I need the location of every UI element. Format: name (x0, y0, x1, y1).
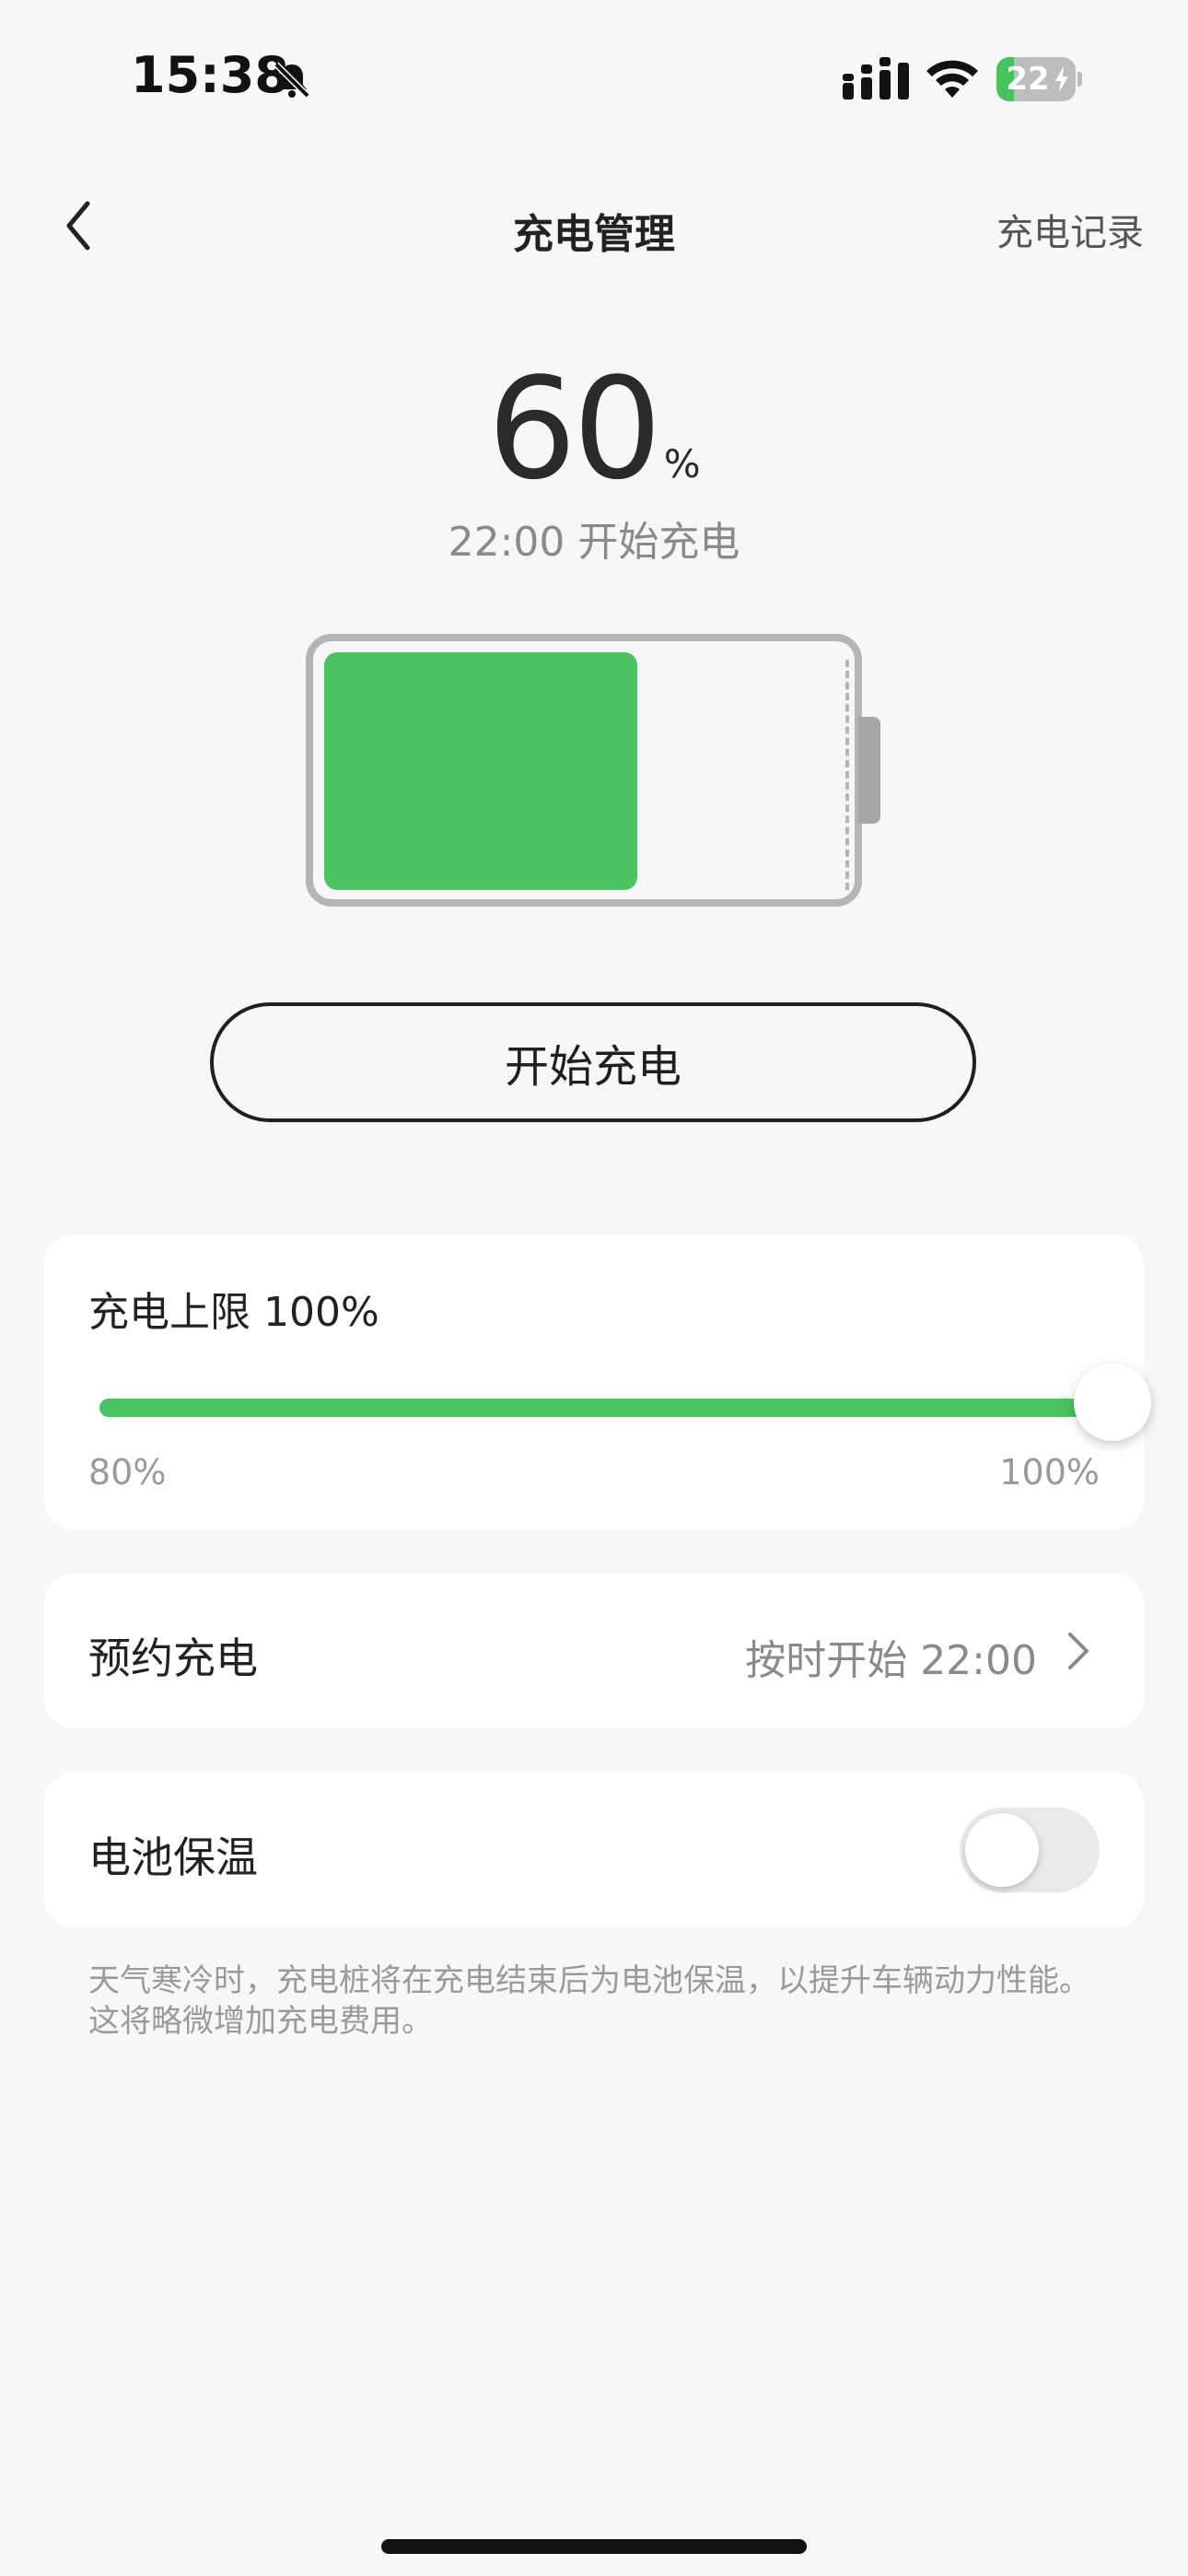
wifi-icon (926, 60, 978, 98)
toggle-knob (965, 1813, 1039, 1887)
slider-max-label: 100% (999, 1452, 1100, 1493)
charge-limit-marker (845, 660, 849, 890)
status-bar: 15:38 22 (0, 0, 1188, 157)
charge-limit-card: 充电上限 100% 80% 100% (44, 1235, 1151, 1529)
slider-min-label: 80% (88, 1452, 167, 1493)
status-time: 15:38 (131, 46, 289, 104)
battery-status-icon: 22 (996, 57, 1082, 101)
charging-history-link[interactable]: 充电记录 (996, 203, 1144, 256)
battery-warming-note: 天气寒冷时，充电桩将在充电结束后为电池保温，以提升车辆动力性能。这将略微增加充电… (88, 1962, 1090, 2040)
charging-bolt-icon (1055, 66, 1068, 92)
battery-warming-row: 电池保温 (44, 1773, 1144, 1927)
charge-limit-slider[interactable] (99, 1399, 1112, 1417)
scheduled-charging-value: 按时开始 22:00 (745, 1637, 1037, 1684)
chevron-right-icon (1068, 1633, 1089, 1669)
battery-fill (324, 652, 637, 890)
battery-terminal (858, 717, 880, 824)
charge-percent-value: 60 (487, 347, 661, 510)
battery-illustration (306, 634, 880, 907)
cellular-signal-icon (843, 57, 909, 100)
battery-nub (1077, 72, 1082, 87)
bell-slash-icon (274, 62, 310, 99)
navigation-bar: 充电管理 充电记录 (0, 175, 1188, 276)
battery-percent: 22 (1006, 61, 1050, 98)
home-indicator[interactable] (381, 2539, 807, 2554)
scheduled-charging-label: 预约充电 (88, 1633, 258, 1683)
charge-start-time: 22:00 开始充电 (448, 519, 740, 566)
charge-percent-unit: % (663, 441, 701, 486)
slider-thumb[interactable] (1074, 1364, 1151, 1441)
scheduled-charging-row[interactable]: 预约充电 按时开始 22:00 (44, 1574, 1144, 1728)
slider-fill (99, 1399, 1112, 1417)
start-charging-button[interactable]: 开始充电 (210, 1002, 976, 1122)
battery-warming-toggle[interactable] (960, 1808, 1100, 1892)
charge-percentage: 60% (0, 359, 1188, 499)
charge-limit-title: 充电上限 100% (88, 1289, 379, 1336)
battery-warming-label: 电池保温 (88, 1832, 258, 1882)
battery-shell: 22 (996, 57, 1076, 101)
